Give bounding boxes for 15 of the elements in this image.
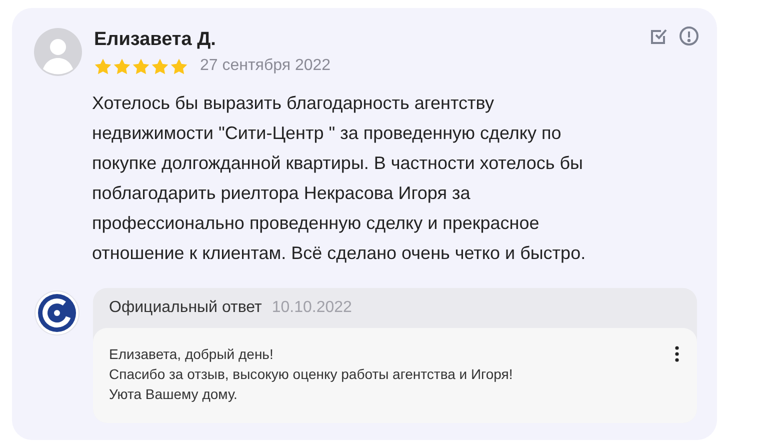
reply-date: 10.10.2022 bbox=[272, 298, 352, 318]
avatar-icon bbox=[34, 28, 82, 76]
star-icon bbox=[170, 58, 188, 74]
review-date: 27 сентября 2022 bbox=[200, 56, 331, 76]
star-icon bbox=[132, 58, 150, 74]
reply-label: Официальный ответ bbox=[109, 298, 262, 318]
warning-icon[interactable] bbox=[679, 26, 699, 46]
star-icon bbox=[94, 58, 112, 74]
star-icon bbox=[113, 58, 131, 74]
star-icon bbox=[151, 58, 169, 74]
company-logo-icon bbox=[34, 290, 80, 336]
author-name: Елизавета Д. bbox=[94, 28, 217, 52]
reply-text: Елизавета, добрый день! Спасибо за отзыв, высокую оценку работы агентства и Игоря! Уюта Вашему дому. bbox=[109, 345, 513, 404]
review-text: Хотелось бы выразить благодарность агентству недвижимости "Сити-Центр " за проведенную сделку по покупке долгожданной квартиры. В частности хотелось бы поблагодарить риелтора Некрасова Игоря за профессионально проведенную сделку и прекрасное отношение к клиентам. Всё сделано очень четко и быстро. bbox=[92, 92, 586, 265]
more-menu-icon[interactable] bbox=[675, 346, 679, 362]
